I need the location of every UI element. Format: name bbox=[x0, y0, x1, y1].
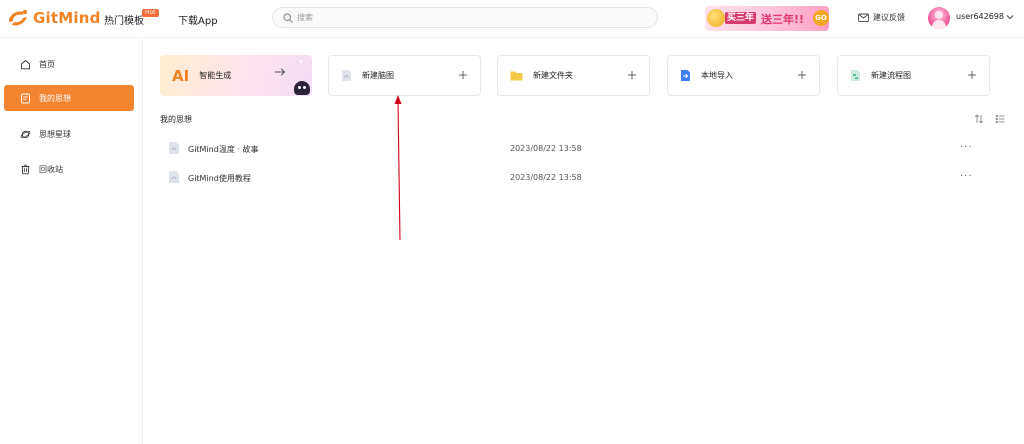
new-flowchart-card[interactable]: 新建流程图 bbox=[837, 55, 990, 96]
flowchart-file-icon bbox=[851, 70, 860, 81]
card-label: 本地导入 bbox=[701, 71, 733, 80]
search-bar[interactable]: 搜索 bbox=[272, 7, 658, 28]
nav-hot-templates[interactable]: 热门模板 bbox=[104, 12, 144, 27]
ai-icon: AI bbox=[172, 66, 190, 85]
planet-icon bbox=[20, 130, 31, 138]
file-date: 2023/08/22 13:58 bbox=[510, 173, 582, 182]
document-icon bbox=[21, 93, 30, 103]
plus-icon bbox=[459, 71, 467, 79]
card-label: 智能生成 bbox=[199, 71, 232, 80]
sidebar-item-trash[interactable]: 回收站 bbox=[4, 156, 134, 182]
plus-icon bbox=[798, 71, 806, 79]
feedback-button[interactable]: 建议反馈 bbox=[858, 12, 905, 23]
avatar-head bbox=[935, 11, 943, 19]
local-import-card[interactable]: 本地导入 bbox=[667, 55, 820, 96]
card-label: 新建流程图 bbox=[871, 71, 911, 80]
plus-icon bbox=[968, 71, 976, 79]
file-date: 2023/08/22 13:58 bbox=[510, 144, 582, 153]
promo-go-button[interactable]: GO bbox=[813, 10, 829, 26]
table-row[interactable]: GitMind使用教程 2023/08/22 13:58 ··· bbox=[160, 164, 990, 192]
message-icon bbox=[858, 13, 869, 22]
sidebar-item-label: 回收站 bbox=[39, 164, 63, 174]
ai-generate-card[interactable]: AI 智能生成 ✦ bbox=[160, 55, 312, 96]
promo-text-left: 买三年 bbox=[725, 12, 757, 24]
sidebar-item-home[interactable]: 首页 bbox=[4, 51, 134, 77]
feedback-label: 建议反馈 bbox=[873, 13, 905, 22]
promo-banner[interactable]: 买三年 送三年!! GO bbox=[705, 6, 829, 31]
user-menu[interactable]: user642698 bbox=[956, 12, 1014, 21]
robot-icon bbox=[294, 81, 310, 95]
import-icon bbox=[681, 70, 690, 81]
card-label: 新建文件夹 bbox=[533, 71, 573, 80]
username-label: user642698 bbox=[956, 12, 1004, 21]
nav-download-app[interactable]: 下载App bbox=[178, 12, 218, 27]
more-options-icon[interactable]: ··· bbox=[960, 171, 973, 182]
sidebar-item-my-thoughts[interactable]: 我的思想 bbox=[4, 85, 134, 111]
list-view-icon[interactable] bbox=[995, 114, 1005, 124]
table-row[interactable]: GitMind温度 · 故事 2023/08/22 13:58 ··· bbox=[160, 135, 990, 163]
trash-icon bbox=[21, 164, 30, 174]
sidebar-item-label: 我的思想 bbox=[39, 93, 71, 103]
file-name: GitMind温度 · 故事 bbox=[188, 145, 259, 154]
promo-text-right: 送三年!! bbox=[761, 13, 805, 26]
file-name: GitMind使用教程 bbox=[188, 174, 251, 183]
sidebar-item-planet[interactable]: 思想星球 bbox=[4, 121, 134, 147]
plus-icon bbox=[628, 71, 636, 79]
card-label: 新建脑图 bbox=[362, 71, 394, 80]
folder-icon bbox=[510, 71, 523, 81]
new-folder-card[interactable]: 新建文件夹 bbox=[497, 55, 650, 96]
avatar-body bbox=[932, 20, 946, 29]
brand-logo[interactable]: GitMind bbox=[6, 8, 101, 28]
sidebar: 首页 我的思想 思想星球 回收站 bbox=[0, 39, 143, 444]
main-content: AI 智能生成 ✦ 新建脑图 新建文件夹 本地导入 新建流程图 我的思想 Git… bbox=[144, 39, 1024, 444]
brand-name: GitMind bbox=[33, 9, 101, 27]
top-header: GitMind 热门模板 Hot 下载App 搜索 买三年 送三年!! GO 建… bbox=[0, 0, 1024, 38]
sort-icon[interactable] bbox=[974, 114, 984, 124]
mindmap-file-icon bbox=[169, 171, 179, 183]
mindmap-file-icon bbox=[342, 70, 351, 81]
chevron-down-icon bbox=[1006, 14, 1014, 19]
arrow-right-icon bbox=[275, 68, 286, 76]
search-input[interactable]: 搜索 bbox=[297, 12, 313, 23]
new-mindmap-card[interactable]: 新建脑图 bbox=[328, 55, 481, 96]
sidebar-item-label: 思想星球 bbox=[39, 129, 71, 139]
section-title: 我的思想 bbox=[160, 115, 192, 124]
mindmap-file-icon bbox=[169, 142, 179, 154]
hot-badge: Hot bbox=[142, 9, 159, 17]
gitmind-logo-icon bbox=[9, 9, 28, 26]
home-icon bbox=[21, 59, 30, 69]
more-options-icon[interactable]: ··· bbox=[960, 142, 973, 153]
search-icon bbox=[283, 12, 293, 23]
avatar[interactable] bbox=[928, 7, 950, 29]
sidebar-item-label: 首页 bbox=[39, 59, 55, 69]
sparkle-icon: ✦ bbox=[298, 58, 304, 66]
coin-icon bbox=[707, 9, 725, 27]
